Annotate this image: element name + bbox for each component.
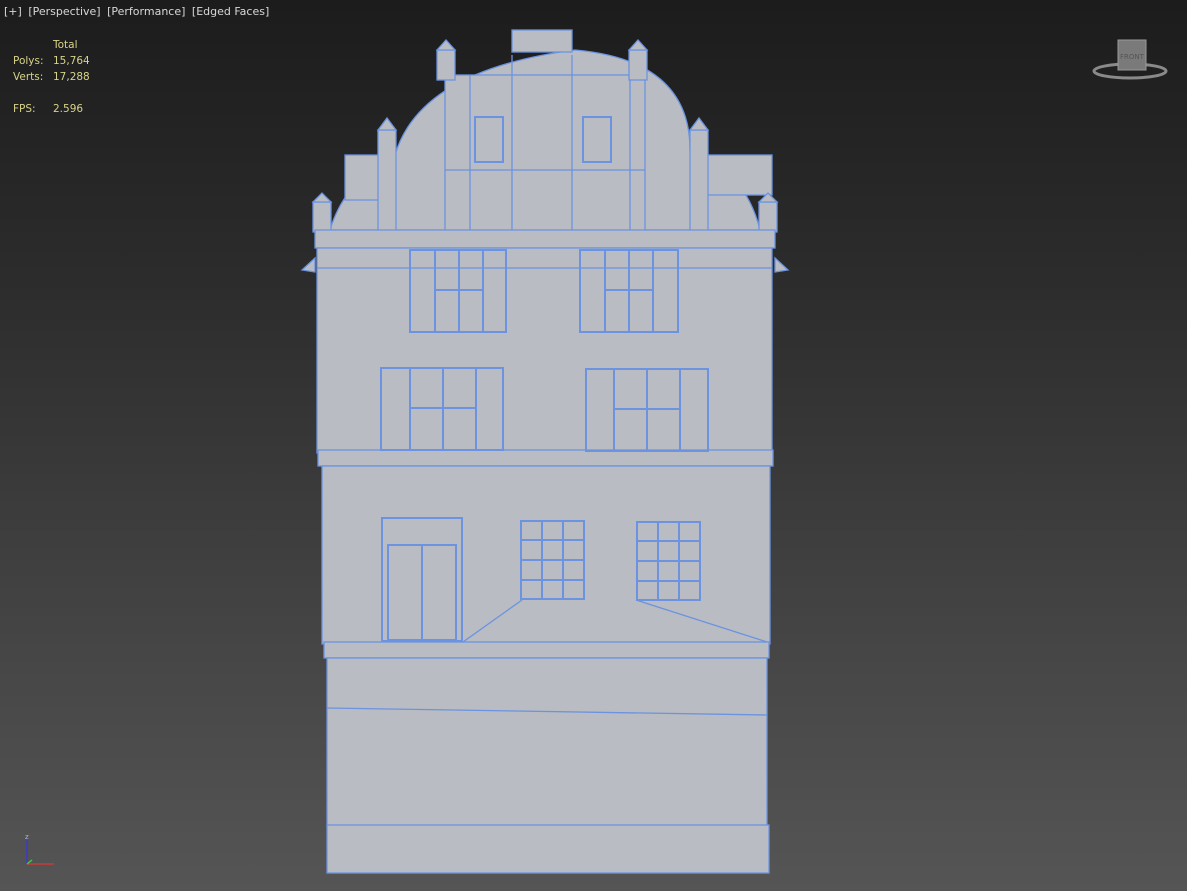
middle-facade (321, 465, 771, 645)
chimney (511, 29, 573, 53)
plinth (326, 824, 770, 874)
viewcube[interactable]: FRONT (1092, 38, 1172, 84)
building-mesh (300, 29, 790, 874)
roof-side-right (704, 154, 773, 196)
ground-facade (326, 657, 768, 827)
cornice (314, 229, 776, 249)
axis-tripod: z (20, 832, 60, 870)
string-course-1 (317, 449, 774, 467)
string-course-2 (323, 641, 770, 659)
viewcube-face-label: FRONT (1120, 53, 1145, 61)
z-axis-label: z (25, 833, 29, 841)
viewport-scene[interactable] (0, 0, 1187, 891)
upper-facade (316, 247, 773, 454)
